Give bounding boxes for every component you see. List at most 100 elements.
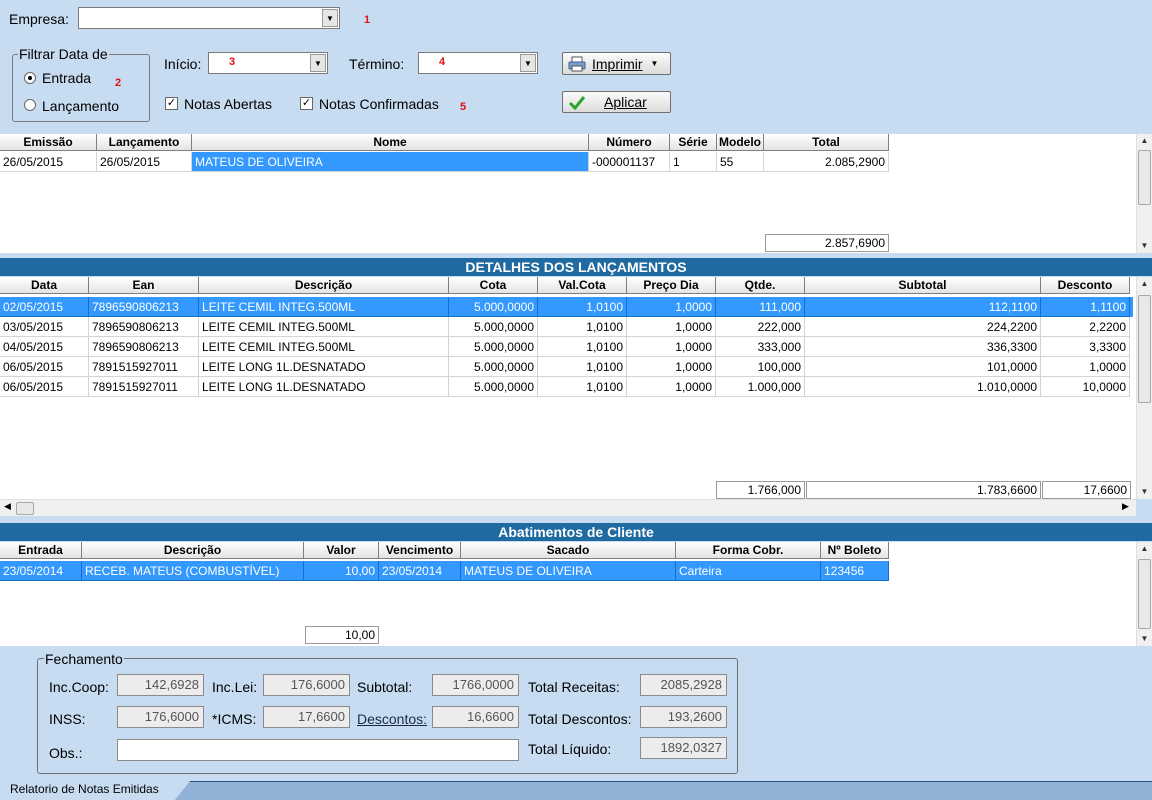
- icms-field[interactable]: 17,6600: [263, 706, 350, 728]
- total-descontos-field[interactable]: 193,2600: [640, 706, 727, 728]
- col-serie[interactable]: Série: [670, 134, 717, 151]
- cell-desconto: 1,0000: [1041, 357, 1130, 377]
- scroll-right-icon[interactable]: ▶: [1122, 501, 1129, 512]
- total-liquido-field[interactable]: 1892,0327: [640, 737, 727, 759]
- col-ean[interactable]: Ean: [89, 277, 199, 294]
- notas-confirmadas-checkbox[interactable]: ✓: [300, 97, 313, 110]
- subtotal-field[interactable]: 1766,0000: [432, 674, 519, 696]
- cell-ean: 7896590806213: [89, 317, 199, 337]
- cell-data: 06/05/2015: [0, 357, 89, 377]
- scroll-up-icon[interactable]: ▲: [1137, 134, 1152, 148]
- entrada-radio[interactable]: [24, 72, 36, 84]
- tab-relatorio[interactable]: Relatorio de Notas Emitidas: [0, 781, 190, 800]
- inc-coop-field[interactable]: 142,6928: [117, 674, 204, 696]
- scroll-down-icon[interactable]: ▼: [1137, 632, 1152, 646]
- scroll-thumb[interactable]: [16, 502, 34, 515]
- cell-qtde: 1.000,000: [716, 377, 805, 397]
- chevron-down-icon[interactable]: ▼: [310, 54, 326, 72]
- details-vscroll[interactable]: ▲ ▼: [1136, 277, 1152, 499]
- notas-abertas-checkbox[interactable]: ✓: [165, 97, 178, 110]
- cell-desconto: 10,0000: [1041, 377, 1130, 397]
- col-preco-dia[interactable]: Preço Dia: [627, 277, 716, 294]
- cell-ean: 7891515927011: [89, 357, 199, 377]
- cell-valcota: 1,0100: [538, 377, 627, 397]
- total-descontos-label: Total Descontos:: [528, 711, 632, 727]
- col-n-boleto[interactable]: Nº Boleto: [821, 542, 889, 559]
- cell-descricao: RECEB. MATEUS (COMBUSTÍVEL): [82, 561, 304, 581]
- col-subtotal[interactable]: Subtotal: [805, 277, 1041, 294]
- details-hscroll[interactable]: ◀ ▶: [0, 499, 1136, 516]
- cell-descricao: LEITE CEMIL INTEG.500ML: [199, 337, 449, 357]
- col-emissao[interactable]: Emissão: [0, 134, 97, 151]
- descontos-link[interactable]: Descontos:: [357, 710, 427, 728]
- scroll-up-icon[interactable]: ▲: [1137, 277, 1152, 291]
- col-total[interactable]: Total: [764, 134, 889, 151]
- col-forma-cobr[interactable]: Forma Cobr.: [676, 542, 821, 559]
- termino-date-picker[interactable]: 4 ▼: [418, 52, 538, 74]
- cell-valor: 10,00: [304, 561, 379, 581]
- col-numero[interactable]: Número: [589, 134, 670, 151]
- chevron-down-icon: ▼: [650, 59, 659, 68]
- obs-field[interactable]: [117, 739, 519, 761]
- cell-data: 03/05/2015: [0, 317, 89, 337]
- scroll-down-icon[interactable]: ▼: [1137, 239, 1152, 253]
- cell-data: 04/05/2015: [0, 337, 89, 357]
- col-sacado[interactable]: Sacado: [461, 542, 676, 559]
- empresa-select[interactable]: ▼: [78, 7, 340, 29]
- cell-vencimento: 23/05/2014: [379, 561, 461, 581]
- printer-icon: [568, 56, 586, 71]
- scroll-thumb[interactable]: [1138, 150, 1151, 205]
- col-data[interactable]: Data: [0, 277, 89, 294]
- col-desconto[interactable]: Desconto: [1041, 277, 1130, 294]
- scroll-thumb[interactable]: [1138, 295, 1151, 403]
- aplicar-button[interactable]: Aplicar: [562, 91, 671, 113]
- col-valor[interactable]: Valor: [304, 542, 379, 559]
- table-row[interactable]: 02/05/2015 7896590806213 LEITE CEMIL INT…: [0, 297, 1133, 317]
- cell-sacado: MATEUS DE OLIVEIRA: [461, 561, 676, 581]
- col-qtde[interactable]: Qtde.: [716, 277, 805, 294]
- total-receitas-field[interactable]: 2085,2928: [640, 674, 727, 696]
- total-subtotal: 1.783,6600: [806, 481, 1041, 499]
- col-descricao[interactable]: Descrição: [82, 542, 304, 559]
- obs-label: Obs.:: [49, 745, 83, 761]
- table-row[interactable]: 03/05/2015 7896590806213 LEITE CEMIL INT…: [0, 317, 1133, 337]
- filtrar-data-label: Filtrar Data de: [18, 45, 109, 63]
- col-valcota[interactable]: Val.Cota: [538, 277, 627, 294]
- table-row[interactable]: 06/05/2015 7891515927011 LEITE LONG 1L.D…: [0, 377, 1133, 397]
- table-row[interactable]: 04/05/2015 7896590806213 LEITE CEMIL INT…: [0, 337, 1133, 357]
- col-modelo[interactable]: Modelo: [717, 134, 764, 151]
- notes-vscroll[interactable]: ▲ ▼: [1136, 134, 1152, 253]
- chevron-down-icon[interactable]: ▼: [322, 9, 338, 27]
- inc-lei-field[interactable]: 176,6000: [263, 674, 350, 696]
- cell-subtotal: 336,3300: [805, 337, 1041, 357]
- col-vencimento[interactable]: Vencimento: [379, 542, 461, 559]
- lancamento-radio[interactable]: [24, 99, 36, 111]
- col-nome[interactable]: Nome: [192, 134, 589, 151]
- scroll-down-icon[interactable]: ▼: [1137, 485, 1152, 499]
- cell-ean: 7896590806213: [89, 297, 199, 317]
- abatimentos-vscroll[interactable]: ▲ ▼: [1136, 542, 1152, 646]
- scroll-thumb[interactable]: [1138, 559, 1151, 629]
- table-row[interactable]: 26/05/2015 26/05/2015 MATEUS DE OLIVEIRA…: [0, 152, 889, 172]
- inicio-date-picker[interactable]: 3 ▼: [208, 52, 328, 74]
- table-row[interactable]: 06/05/2015 7891515927011 LEITE LONG 1L.D…: [0, 357, 1133, 377]
- table-row[interactable]: 23/05/2014 RECEB. MATEUS (COMBUSTÍVEL) 1…: [0, 561, 889, 581]
- total-receitas-label: Total Receitas:: [528, 679, 620, 695]
- inss-field[interactable]: 176,6000: [117, 706, 204, 728]
- imprimir-button[interactable]: Imprimir ▼: [562, 52, 671, 75]
- cell-descricao: LEITE CEMIL INTEG.500ML: [199, 297, 449, 317]
- cell-descricao: LEITE LONG 1L.DESNATADO: [199, 357, 449, 377]
- col-descricao[interactable]: Descrição: [199, 277, 449, 294]
- scroll-left-icon[interactable]: ◀: [4, 501, 11, 512]
- cell-qtde: 222,000: [716, 317, 805, 337]
- col-lancamento[interactable]: Lançamento: [97, 134, 192, 151]
- descontos-field[interactable]: 16,6600: [432, 706, 519, 728]
- col-entrada[interactable]: Entrada: [0, 542, 82, 559]
- marker-2: 2: [115, 77, 122, 89]
- scroll-up-icon[interactable]: ▲: [1137, 542, 1152, 556]
- cell-subtotal: 112,1100: [805, 297, 1041, 317]
- cell-valcota: 1,0100: [538, 317, 627, 337]
- abatimentos-total: 10,00: [305, 626, 379, 644]
- col-cota[interactable]: Cota: [449, 277, 538, 294]
- chevron-down-icon[interactable]: ▼: [520, 54, 536, 72]
